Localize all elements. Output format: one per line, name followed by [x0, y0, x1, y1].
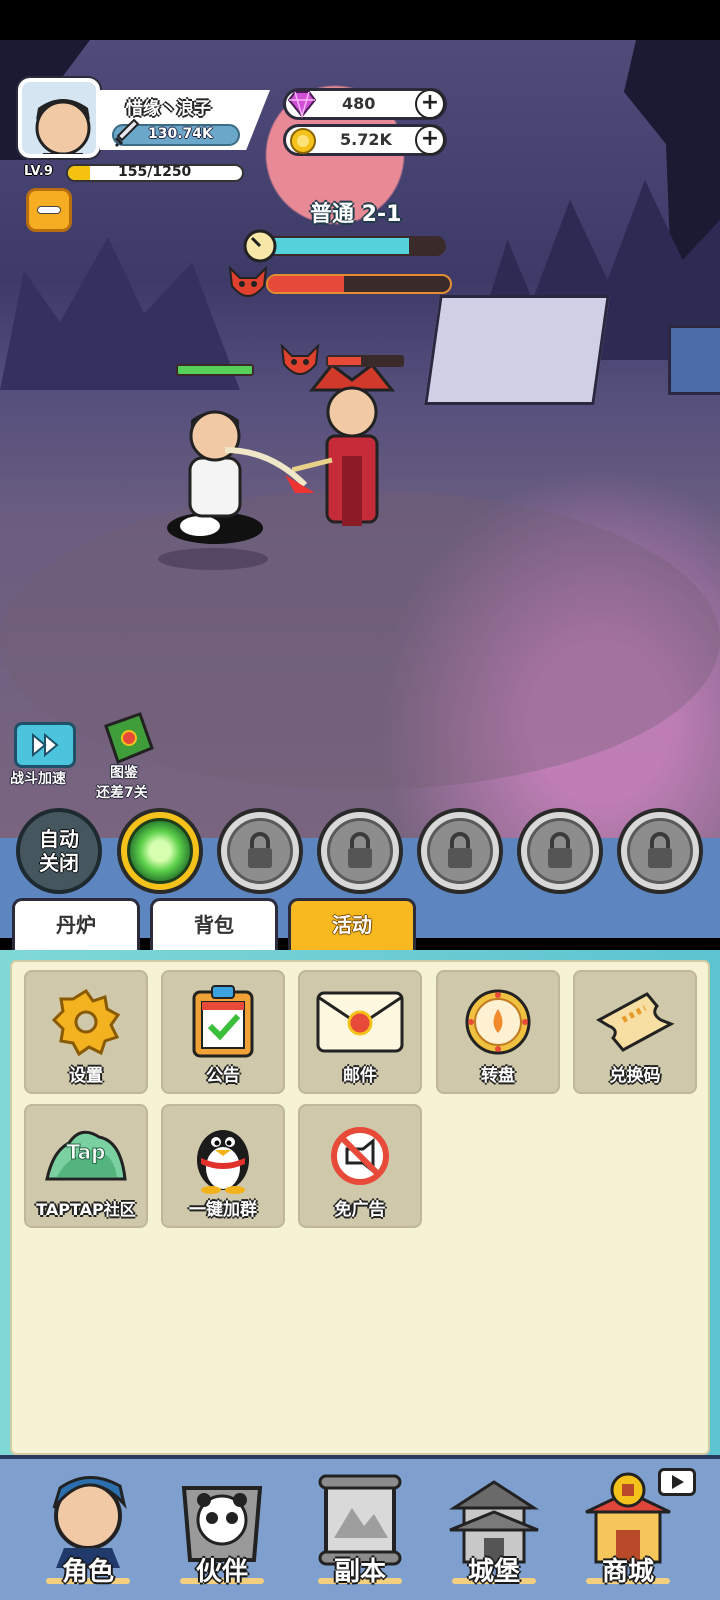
tile-label: 设置	[69, 1066, 103, 1086]
wheel-icon	[465, 989, 531, 1055]
combat-power: 130.74K	[148, 126, 213, 142]
exp-fill	[68, 166, 90, 180]
nav-label: 角色	[61, 1557, 114, 1587]
tile-label: 公告	[206, 1066, 240, 1086]
enemy-hp-bar	[326, 355, 404, 367]
player-level: LV.9	[24, 164, 53, 179]
skill-slot-active[interactable]	[117, 808, 203, 894]
clipboard-check-icon	[192, 985, 254, 1058]
enemy-hp-fill	[328, 357, 362, 365]
lock-icon	[348, 832, 372, 868]
remove-ads-button[interactable]: 免广告	[298, 1104, 422, 1228]
nav-character[interactable]: 角色	[26, 1462, 150, 1588]
no-ads-icon	[331, 1127, 389, 1185]
nav-label: 商城	[601, 1557, 654, 1587]
lucky-wheel-button[interactable]: 转盘	[436, 970, 560, 1094]
exp-text: 155/1250	[118, 164, 192, 180]
player-name: 惜缘丶浪子	[126, 99, 211, 119]
tile-label: TAPTAP社区	[36, 1200, 136, 1219]
crystal-rock	[668, 325, 720, 395]
skill-slot-locked[interactable]	[217, 808, 303, 894]
announcement-button[interactable]: 公告	[161, 970, 285, 1094]
lock-icon	[548, 832, 572, 868]
envelope-icon	[316, 991, 404, 1053]
settings-button[interactable]: 设置	[24, 970, 148, 1094]
avatar-face	[22, 82, 96, 154]
coin-icon	[290, 128, 316, 154]
game-screen: 惜缘丶浪子 130.74K LV.9 155/1250 480 + 5.72K …	[0, 0, 720, 1600]
auto-battle-toggle[interactable]: 自动 关闭	[16, 808, 102, 894]
stone-block	[424, 295, 610, 405]
demon-head-icon	[280, 344, 320, 375]
redeem-code-button[interactable]: 兑换码	[573, 970, 697, 1094]
join-group-button[interactable]: 一键加群	[161, 1104, 285, 1228]
stage-timer-fill	[268, 238, 409, 254]
taptap-logo-text: Tap	[67, 1140, 106, 1164]
penguin-icon	[197, 1130, 249, 1194]
fast-forward-icon	[32, 732, 59, 758]
skill-slot-locked[interactable]	[517, 808, 603, 894]
video-ad-badge	[658, 1468, 696, 1496]
codex-label: 图鉴	[110, 765, 138, 781]
add-coins-button[interactable]: +	[415, 125, 445, 155]
nav-label: 城堡	[467, 1557, 520, 1587]
lock-icon	[248, 832, 272, 868]
collapse-button[interactable]	[26, 188, 72, 232]
nav-label: 伙伴	[195, 1557, 248, 1587]
energy-orb-icon	[127, 818, 193, 884]
battle-speed-label: 战斗加速	[10, 771, 66, 787]
mail-button[interactable]: 邮件	[298, 970, 422, 1094]
player-hp-bar	[176, 364, 254, 376]
gem-icon	[287, 91, 317, 118]
auto-state-label: 关闭	[39, 851, 79, 875]
player-hp-fill	[178, 366, 252, 374]
add-gems-button[interactable]: +	[415, 89, 445, 119]
taptap-icon: Tap	[45, 1130, 127, 1181]
play-icon	[672, 1475, 684, 1489]
tab-activities[interactable]: 活动	[288, 898, 416, 950]
gear-icon	[51, 988, 121, 1057]
auto-label: 自动	[39, 827, 79, 851]
skill-slot-locked[interactable]	[617, 808, 703, 894]
skill-slot-locked[interactable]	[417, 808, 503, 894]
nav-dungeon[interactable]: 副本	[298, 1462, 422, 1588]
tile-label: 邮件	[343, 1066, 377, 1086]
codex-progress: 还差7关	[96, 785, 148, 801]
clock-icon	[243, 229, 277, 263]
boss-hp-bar	[266, 274, 452, 294]
boss-hp-fill	[268, 276, 345, 292]
stage-label: 普通 2-1	[310, 202, 402, 227]
lock-icon	[648, 832, 672, 868]
ticket-icon	[595, 992, 675, 1052]
player-avatar[interactable]	[18, 78, 100, 158]
coin-count: 5.72K	[340, 130, 392, 149]
tile-label: 转盘	[481, 1066, 515, 1086]
nav-shop[interactable]: 商城	[566, 1462, 696, 1588]
sword	[225, 447, 315, 493]
tab-furnace[interactable]: 丹炉	[12, 898, 140, 950]
nav-partners[interactable]: 伙伴	[160, 1462, 284, 1588]
stage-timer-bar	[266, 236, 446, 256]
sword-icon	[114, 118, 140, 148]
gem-count: 480	[342, 94, 376, 113]
tile-label: 兑换码	[609, 1066, 661, 1086]
minus-icon	[37, 206, 61, 214]
nav-castle[interactable]: 城堡	[432, 1462, 556, 1588]
lock-icon	[448, 832, 472, 868]
tile-label: 一键加群	[189, 1200, 257, 1220]
boss-demon-icon	[228, 266, 268, 297]
skill-slot-locked[interactable]	[317, 808, 403, 894]
codex-book-icon[interactable]	[100, 712, 156, 764]
tile-label: 免广告	[334, 1200, 386, 1220]
nav-label: 副本	[333, 1557, 386, 1587]
battle-speed-button[interactable]	[14, 722, 76, 768]
tab-backpack[interactable]: 背包	[150, 898, 278, 950]
taptap-community-button[interactable]: Tap TAPTAP社区	[24, 1104, 148, 1228]
